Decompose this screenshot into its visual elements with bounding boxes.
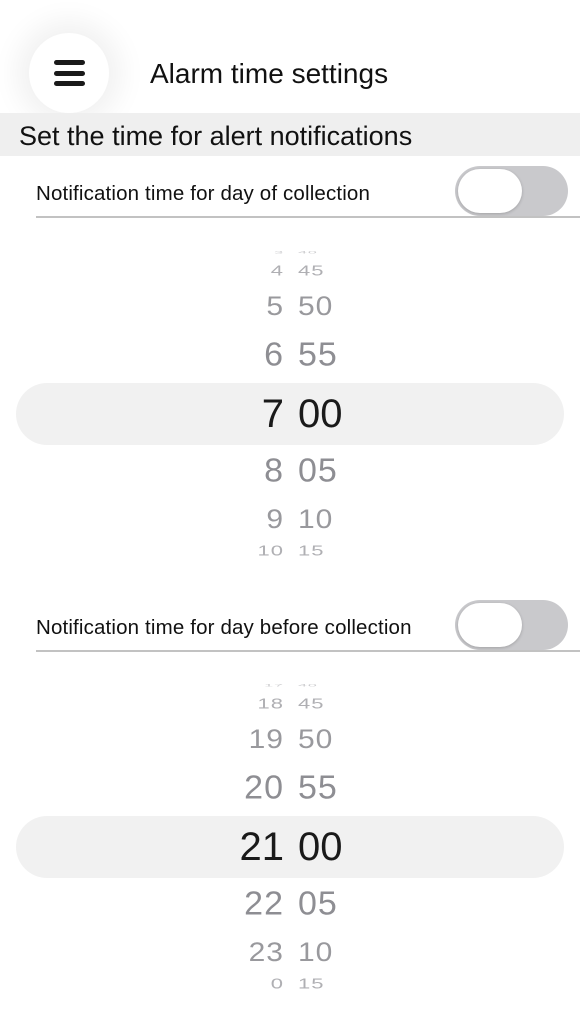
minute-value: 10 [298, 938, 334, 968]
app-header: Alarm time settings [0, 0, 580, 113]
toggle-knob [458, 603, 522, 647]
picker-row[interactable]: 23 10 [0, 937, 580, 969]
picker-row[interactable]: 9 10 [0, 504, 580, 536]
toggle-day-of-collection[interactable] [455, 166, 568, 216]
minute-value: 55 [298, 336, 338, 374]
picker-row[interactable]: 0 15 [0, 976, 580, 993]
minute-value: 15 [298, 542, 325, 559]
picker-row-selected[interactable]: 21 00 [0, 823, 580, 871]
minute-value: 05 [298, 885, 338, 923]
time-picker-day-of-collection[interactable]: 34044555065570080591010151120 [0, 233, 580, 563]
menu-button[interactable] [29, 33, 109, 113]
setting-row-day-before-collection: Notification time for day before collect… [36, 600, 580, 652]
setting-label-day-of-collection: Notification time for day of collection [36, 182, 370, 205]
hour-value: 21 [239, 825, 285, 869]
hour-value: 7 [261, 392, 284, 436]
minute-value: 55 [298, 769, 338, 807]
minute-value: 05 [298, 452, 338, 490]
picker-row[interactable]: 3 40 [0, 250, 580, 255]
page-title: Alarm time settings [150, 58, 389, 89]
hour-value: 17 [264, 683, 284, 688]
minute-value: 00 [298, 825, 343, 869]
hour-value: 3 [274, 250, 284, 255]
minute-value: 50 [298, 292, 334, 322]
minute-value: 00 [298, 392, 343, 436]
minute-value: 40 [298, 250, 318, 255]
minute-value: 40 [298, 683, 318, 688]
minute-value: 45 [298, 695, 325, 712]
hour-value: 18 [257, 695, 284, 712]
toggle-day-before-collection[interactable] [455, 600, 568, 650]
picker-row[interactable]: 4 45 [0, 263, 580, 280]
picker-row[interactable]: 19 50 [0, 724, 580, 756]
toggle-knob [458, 169, 522, 213]
hamburger-menu-icon [53, 60, 85, 86]
time-picker-day-before-collection[interactable]: 1740184519502055210022052310015120 [0, 666, 580, 996]
hour-value: 19 [248, 725, 284, 755]
minute-value: 45 [298, 262, 325, 279]
picker-row-selected[interactable]: 7 00 [0, 390, 580, 438]
hour-value: 23 [248, 938, 284, 968]
section-banner: Set the time for alert notifications [0, 113, 580, 156]
hour-value: 20 [244, 769, 284, 807]
hour-value: 8 [264, 452, 284, 490]
minute-value: 10 [298, 505, 334, 535]
divider [36, 216, 580, 218]
minute-value: 50 [298, 725, 334, 755]
picker-row[interactable]: 10 15 [0, 543, 580, 560]
hour-value: 10 [257, 542, 284, 559]
hour-value: 22 [244, 885, 284, 923]
picker-row[interactable]: 6 55 [0, 336, 580, 376]
setting-label-day-before-collection: Notification time for day before collect… [36, 616, 412, 639]
picker-row[interactable]: 20 55 [0, 769, 580, 809]
setting-row-day-of-collection: Notification time for day of collection [36, 166, 580, 218]
picker-row[interactable]: 8 05 [0, 452, 580, 492]
hour-value: 4 [270, 262, 284, 279]
hour-value: 0 [270, 975, 284, 992]
picker-row[interactable]: 5 50 [0, 291, 580, 323]
hour-value: 9 [266, 505, 284, 535]
picker-row[interactable]: 17 40 [0, 683, 580, 688]
hour-value: 5 [266, 292, 284, 322]
minute-value: 15 [298, 975, 325, 992]
picker-row[interactable]: 18 45 [0, 696, 580, 713]
section-heading: Set the time for alert notifications [19, 121, 413, 151]
picker-row[interactable]: 22 05 [0, 885, 580, 925]
hour-value: 6 [264, 336, 284, 374]
divider [36, 650, 580, 652]
